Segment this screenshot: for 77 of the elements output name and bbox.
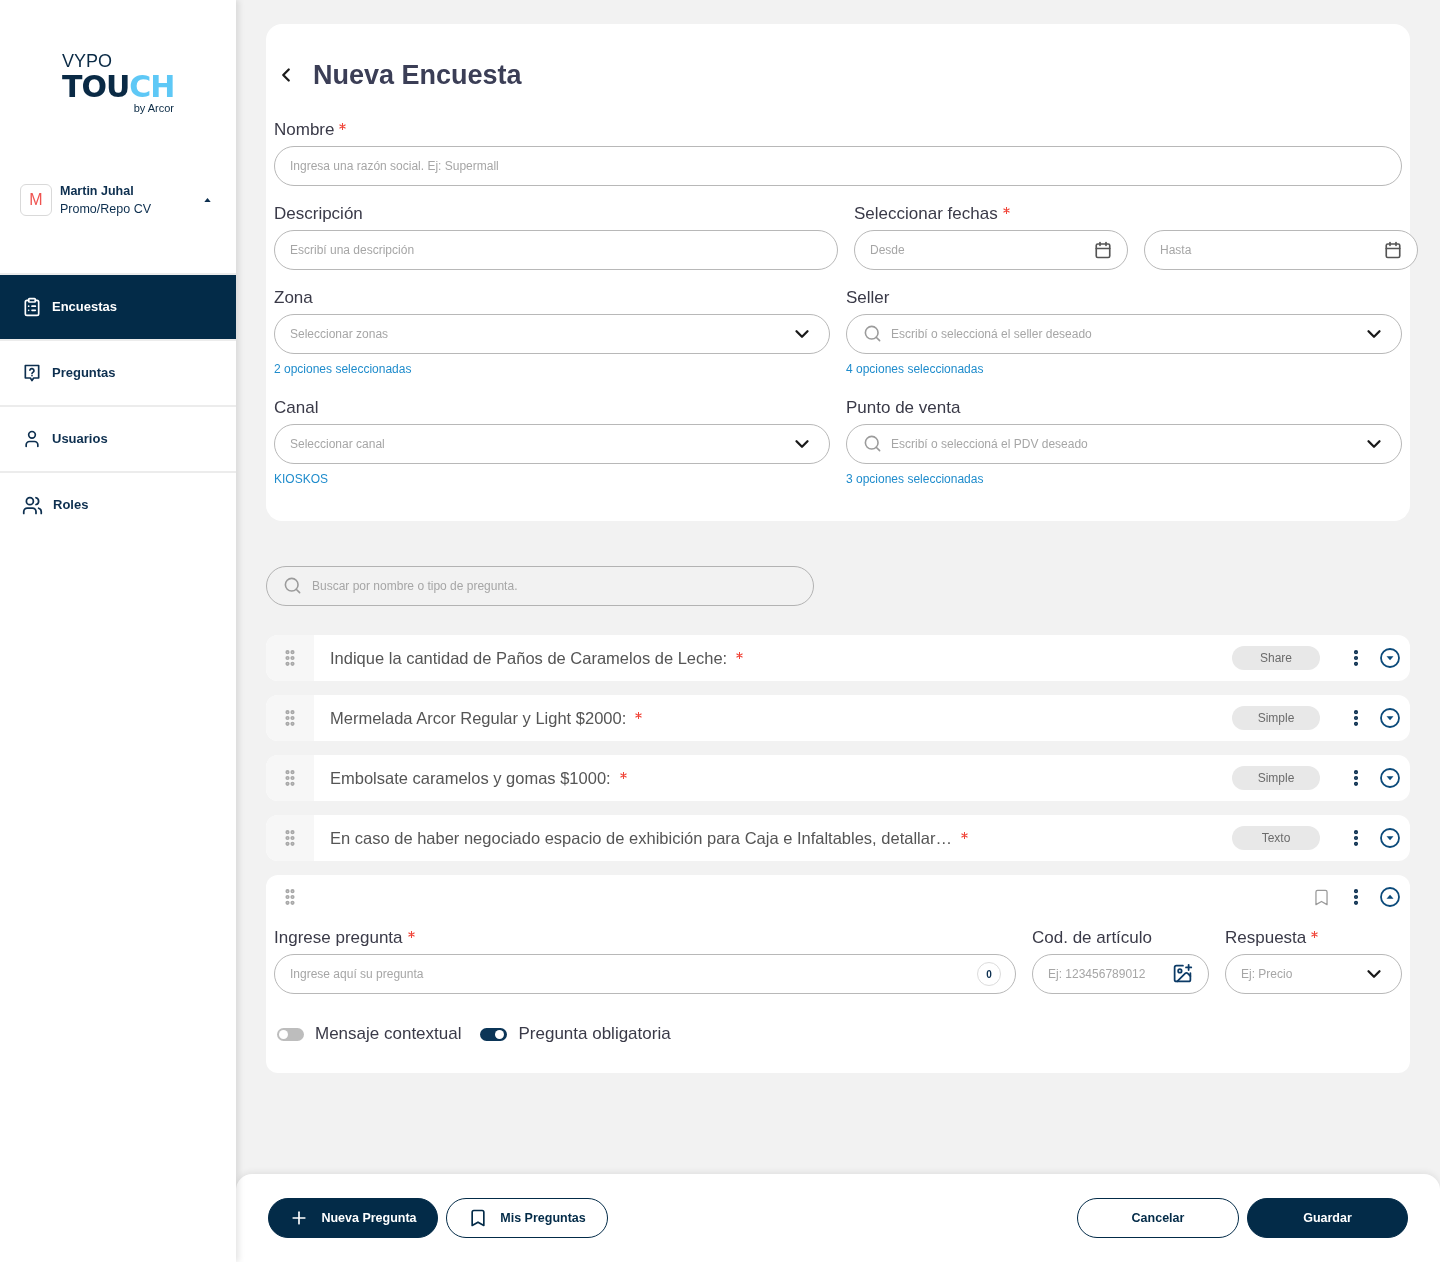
question-type-tag: Texto [1232, 826, 1320, 850]
calendar-icon [1384, 241, 1402, 259]
people-icon [22, 494, 43, 516]
expand-icon[interactable] [1380, 828, 1400, 848]
question-text: Indique la cantidad de Paños de Caramelos de Leche: [330, 647, 728, 669]
search-icon [863, 434, 882, 453]
field-label: Respuesta [1225, 928, 1307, 948]
toggle-switch[interactable] [277, 1027, 304, 1041]
field-label: Punto de venta [846, 398, 961, 418]
action-button[interactable]: Guardar [1247, 1198, 1408, 1238]
drag-handle[interactable] [266, 755, 314, 801]
action-button[interactable]: Mis Preguntas [446, 1198, 608, 1238]
article-code-field[interactable]: Ej: 123456789012 [1032, 954, 1209, 994]
toggle-switch[interactable] [480, 1027, 508, 1041]
toggle-label: Pregunta obligatoria [518, 1024, 671, 1044]
question-row[interactable]: Indique la cantidad de Paños de Caramelos de Leche: Share [266, 635, 1410, 681]
collapse-icon[interactable] [1380, 887, 1400, 907]
question-row[interactable]: Embolsate caramelos y gomas $1000: Simple [266, 755, 1410, 801]
search-dropdown-field[interactable]: Escribí o seleccioná el seller deseado [846, 314, 1402, 354]
person-icon [22, 429, 42, 449]
logo-title: VYPO [62, 51, 113, 71]
logo-wordmark: TOUCH [62, 72, 175, 102]
question-type-tag: Simple [1232, 766, 1320, 790]
search-dropdown-field[interactable]: Escribí o seleccioná el PDV deseado [846, 424, 1402, 464]
selection-summary: KIOSKOS [274, 471, 329, 487]
field-label: Zona [274, 288, 313, 308]
field-label: Canal [274, 398, 319, 418]
field-label: Ingrese pregunta [274, 928, 403, 948]
user-name: Martin Juhal [60, 183, 135, 200]
bookmark-icon[interactable] [1312, 887, 1331, 907]
logo-tagline: by Arcor [133, 102, 174, 114]
dropdown-field[interactable]: Seleccionar zonas [274, 314, 830, 354]
action-button[interactable]: Cancelar [1077, 1198, 1239, 1238]
selection-summary: 3 opciones seleccionadas [846, 471, 984, 487]
drag-handle[interactable] [266, 635, 314, 681]
question-bubble-icon [22, 363, 42, 383]
page-title: Nueva Encuesta [313, 59, 522, 92]
expand-icon[interactable] [1380, 648, 1400, 668]
dropdown-field[interactable]: Ej: Precio [1225, 954, 1402, 994]
field-label: Descripción [274, 204, 363, 224]
selection-summary: 4 opciones seleccionadas [846, 361, 984, 377]
question-search-field[interactable]: Buscar por nombre o tipo de pregunta. [266, 566, 814, 606]
search-icon [863, 324, 882, 343]
text-input[interactable]: Ingresa una razón social. Ej: Supermall [274, 146, 1402, 186]
question-row[interactable]: Mermelada Arcor Regular y Light $2000: Simple [266, 695, 1410, 741]
dropdown-field[interactable]: Seleccionar canal [274, 424, 830, 464]
nav-item[interactable]: Roles [0, 471, 236, 537]
drag-handle[interactable] [266, 695, 314, 741]
nav-item[interactable]: Preguntas [0, 339, 236, 405]
field-label: Nombre [274, 120, 335, 140]
calendar-icon [1094, 241, 1112, 259]
search-icon [283, 576, 302, 595]
toggle-label: Mensaje contextual [315, 1024, 462, 1044]
field-label: Seleccionar fechas [854, 204, 998, 224]
nav-item[interactable]: Encuestas [0, 273, 236, 339]
selection-summary: 2 opciones seleccionadas [274, 361, 412, 377]
date-field[interactable]: Hasta [1144, 230, 1418, 270]
image-add-icon[interactable] [1172, 963, 1193, 984]
action-button[interactable]: Nueva Pregunta [268, 1198, 438, 1238]
clipboard-icon [22, 297, 42, 317]
question-text: En caso de haber negociado espacio de exhibición para Caja e Infaltables, detallar… [330, 827, 952, 849]
user-avatar: M [20, 184, 52, 216]
field-label: Seller [846, 288, 890, 308]
nav-item[interactable]: Usuarios [0, 405, 236, 471]
caret-up-icon[interactable] [204, 198, 211, 202]
question-text: Mermelada Arcor Regular y Light $2000: [330, 707, 627, 729]
question-type-tag: Share [1232, 646, 1320, 670]
expand-icon[interactable] [1380, 768, 1400, 788]
text-input[interactable]: Escribí una descripción [274, 230, 838, 270]
expand-icon[interactable] [1380, 708, 1400, 728]
date-field[interactable]: Desde [854, 230, 1128, 270]
drag-handle[interactable] [266, 815, 314, 861]
user-role: Promo/Repo CV [60, 201, 151, 218]
field-label: Cod. de artículo [1032, 928, 1152, 948]
question-type-tag: Simple [1232, 706, 1320, 730]
question-text: Embolsate caramelos y gomas $1000: [330, 767, 611, 789]
question-row[interactable]: En caso de haber negociado espacio de exhibición para Caja e Infaltables, detallar… Texto [266, 815, 1410, 861]
